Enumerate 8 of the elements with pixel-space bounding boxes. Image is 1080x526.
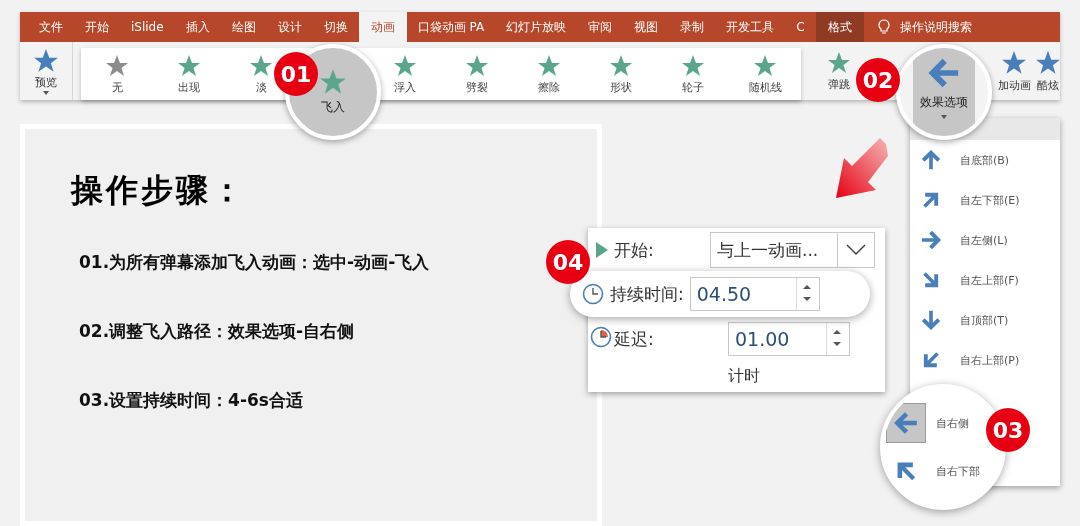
delay-label: 延迟: (614, 327, 654, 351)
duration-label: 持续时间: (610, 282, 684, 306)
start-label: 开始: (614, 238, 654, 262)
step-text: 01.为所有弹幕添加飞入动画：选中-动画-飞入 (79, 251, 430, 274)
step-text: 02.调整飞入路径：效果选项-自右侧 (79, 320, 355, 343)
steps-title: 操作步骤： (71, 170, 246, 211)
group-label: 计时 (728, 365, 761, 387)
step-text: 03.设置持续时间：4-6s合适 (79, 389, 303, 412)
